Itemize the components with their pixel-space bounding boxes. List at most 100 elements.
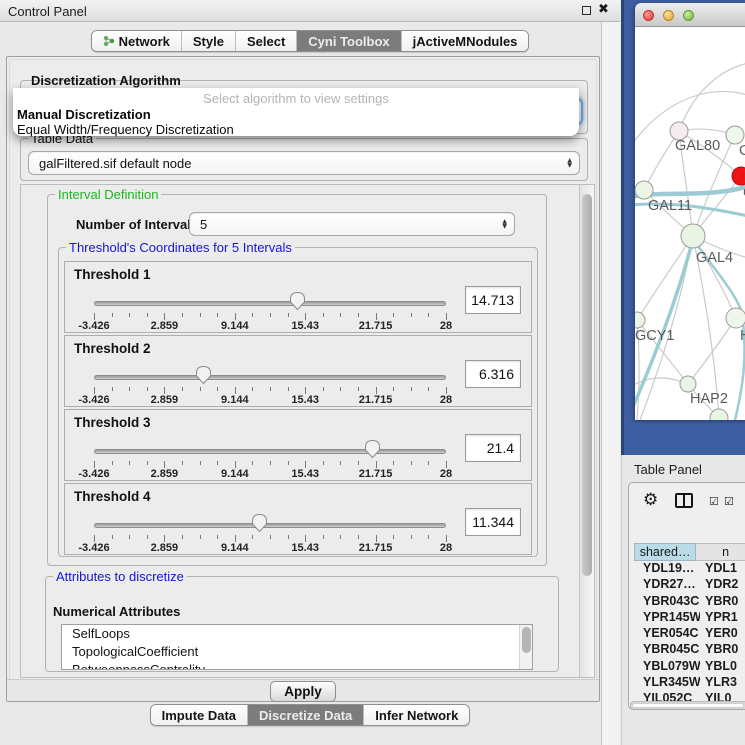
- cell-shared-name[interactable]: YBR045C: [634, 642, 700, 658]
- cell-name[interactable]: YDL1: [700, 561, 745, 577]
- cell-shared-name[interactable]: YPR145W: [634, 610, 700, 626]
- network-node-gcy1[interactable]: [635, 312, 645, 328]
- slider-tick: [129, 461, 130, 465]
- threshold-value-input[interactable]: [465, 434, 521, 462]
- slider-tick: [235, 387, 236, 394]
- column-header-name[interactable]: n: [696, 543, 745, 561]
- slider-thumb[interactable]: [364, 439, 381, 459]
- close-icon[interactable]: ✖: [598, 2, 609, 17]
- slider-tick-label: -3.426: [78, 542, 109, 554]
- checkbox-icon[interactable]: ☑: [724, 495, 734, 508]
- zoom-traffic-light-icon[interactable]: [683, 10, 694, 21]
- network-canvas[interactable]: GAL80GALCGAL11GAL4GCY1HHAP2: [635, 27, 745, 420]
- slider-tick: [217, 313, 218, 317]
- algorithm-option-equal-width[interactable]: Equal Width/Frequency Discretization: [17, 122, 234, 137]
- tab-network[interactable]: Network: [92, 31, 181, 51]
- tab-style[interactable]: Style: [181, 31, 235, 51]
- cell-name[interactable]: YBR0: [700, 642, 745, 658]
- algorithm-prompt-item[interactable]: Select algorithm to view settings: [13, 91, 579, 106]
- slider-tick: [358, 461, 359, 465]
- slider-tick-label: 9.144: [221, 542, 249, 554]
- network-node-gal4[interactable]: [681, 224, 705, 248]
- slider-track[interactable]: [94, 449, 446, 454]
- threshold-slider[interactable]: -3.4262.8599.14415.4321.71528: [85, 510, 485, 554]
- network-node-gal[interactable]: [726, 126, 744, 144]
- slider-tick-label: 21.715: [359, 394, 393, 406]
- slider-thumb[interactable]: [289, 291, 306, 311]
- slider-tick: [147, 313, 148, 317]
- cell-shared-name[interactable]: YER054C: [634, 626, 700, 642]
- column-header-shared-name[interactable]: shared…: [634, 543, 696, 561]
- network-node-hap2[interactable]: [680, 376, 696, 392]
- slider-tick: [200, 387, 201, 391]
- gear-icon[interactable]: ⚙: [643, 490, 658, 510]
- cell-name[interactable]: YPR1: [700, 610, 745, 626]
- attribute-list-item[interactable]: BetweennessCentrality: [62, 661, 532, 670]
- table-row[interactable]: YPR145WYPR1: [634, 610, 745, 626]
- threshold-value-input[interactable]: [465, 508, 521, 536]
- table-row[interactable]: YBR045CYBR0: [634, 642, 745, 658]
- tab-label: Discretize Data: [259, 708, 352, 723]
- apply-button[interactable]: Apply: [270, 681, 336, 702]
- checkbox-icon[interactable]: ☑: [709, 495, 719, 508]
- threshold-value-input[interactable]: [465, 360, 521, 388]
- network-node-h[interactable]: [726, 308, 745, 328]
- columns-icon[interactable]: [675, 493, 693, 508]
- cell-shared-name[interactable]: YDL19…: [634, 561, 700, 577]
- table-row[interactable]: YBR043CYBR0: [634, 594, 745, 610]
- cell-name[interactable]: YER0: [700, 626, 745, 642]
- slider-tick-label: 28: [440, 320, 452, 332]
- numerical-attributes-list[interactable]: SelfLoopsTopologicalCoefficientBetweenne…: [61, 624, 533, 670]
- float-window-icon[interactable]: [582, 6, 591, 15]
- minimize-traffic-light-icon[interactable]: [663, 10, 674, 21]
- slider-tick: [323, 461, 324, 465]
- threshold-title: Threshold 1: [74, 267, 151, 282]
- number-of-intervals-combobox[interactable]: 5 ▲▼: [189, 212, 515, 236]
- cell-shared-name[interactable]: YBR043C: [634, 594, 700, 610]
- cell-name[interactable]: YLR3: [700, 675, 745, 691]
- slider-thumb[interactable]: [251, 513, 268, 533]
- cell-name[interactable]: YDR2: [700, 577, 745, 593]
- table-row[interactable]: YER054CYER0: [634, 626, 745, 642]
- attribute-list-item[interactable]: TopologicalCoefficient: [62, 643, 532, 661]
- table-horizontal-scrollbar[interactable]: [630, 701, 745, 710]
- tab-jactivemnodules[interactable]: jActiveMNodules: [401, 31, 529, 51]
- cell-name[interactable]: YBR0: [700, 594, 745, 610]
- tab-cyni-toolbox[interactable]: Cyni Toolbox: [296, 31, 400, 51]
- slider-tick-label: 15.43: [291, 320, 319, 332]
- tab-select[interactable]: Select: [235, 31, 296, 51]
- table-row[interactable]: YLR345WYLR3: [634, 675, 745, 691]
- attribute-list-item[interactable]: SelfLoops: [62, 625, 532, 643]
- tab-discretize-data[interactable]: Discretize Data: [247, 705, 363, 725]
- table-row[interactable]: YBL079WYBL0: [634, 659, 745, 675]
- slider-track[interactable]: [94, 523, 446, 528]
- algorithm-option-manual[interactable]: Manual Discretization: [17, 107, 151, 122]
- threshold-value-input[interactable]: [465, 286, 521, 314]
- slider-track[interactable]: [94, 375, 446, 380]
- cell-shared-name[interactable]: YLR345W: [634, 675, 700, 691]
- cell-shared-name[interactable]: YBL079W: [634, 659, 700, 675]
- scrollbar-thumb[interactable]: [632, 703, 744, 708]
- threshold-slider[interactable]: -3.4262.8599.14415.4321.71528: [85, 288, 485, 332]
- settings-vertical-scrollbar[interactable]: [579, 185, 594, 677]
- table-data-combobox[interactable]: galFiltered.sif default node ▲▼: [28, 151, 580, 175]
- tab-infer-network[interactable]: Infer Network: [363, 705, 469, 725]
- table-row[interactable]: YDR27…YDR2: [634, 577, 745, 593]
- threshold-slider[interactable]: -3.4262.8599.14415.4321.71528: [85, 362, 485, 406]
- slider-tick-label: 28: [440, 542, 452, 554]
- attributes-list-scrollbar[interactable]: [519, 625, 532, 669]
- tab-impute-data[interactable]: Impute Data: [151, 705, 247, 725]
- number-of-intervals-label: Number of Intervals: [76, 217, 198, 232]
- table-row[interactable]: YDL19…YDL1: [634, 561, 745, 577]
- network-node-gal11[interactable]: [635, 181, 653, 199]
- threshold-slider[interactable]: -3.4262.8599.14415.4321.71528: [85, 436, 485, 480]
- cell-shared-name[interactable]: YDR27…: [634, 577, 700, 593]
- slider-tick: [288, 535, 289, 539]
- scrollbar-thumb[interactable]: [582, 194, 592, 576]
- cell-name[interactable]: YBL0: [700, 659, 745, 675]
- close-traffic-light-icon[interactable]: [643, 10, 654, 21]
- slider-thumb[interactable]: [195, 365, 212, 385]
- network-node-c[interactable]: [732, 167, 745, 185]
- slider-track[interactable]: [94, 301, 446, 306]
- slider-tick: [340, 535, 341, 539]
